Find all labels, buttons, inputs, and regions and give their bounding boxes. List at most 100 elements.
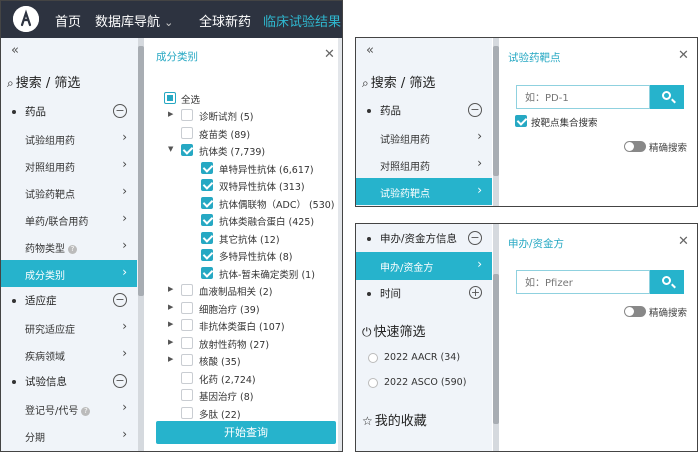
category-row[interactable]: ▼ 抗体类 (7,739) [165,142,335,159]
precise-search-toggle[interactable] [624,306,646,317]
caret-right-icon[interactable]: ▶ [168,110,173,118]
nav-clinical-results[interactable]: 临床试验结果 [263,11,341,30]
sidebar-scrollbar[interactable] [493,224,499,451]
category-row[interactable]: ▶ 放射性药物 (27) [165,335,335,352]
category-checkbox[interactable] [201,196,213,209]
quick-filter-item[interactable]: 2022 AACR (34) [368,350,488,367]
category-row[interactable]: 其它抗体 (12) [165,230,335,247]
category-checkbox[interactable] [181,284,193,296]
sidebar-item-mono-combo[interactable]: 单药/联合用药 › [1,206,137,233]
nav-global-new-drugs[interactable]: 全球新药 [199,11,251,30]
category-row[interactable]: 抗体类融合蛋白 (425) [165,212,335,229]
category-row[interactable]: 多肽 (22) [165,405,335,422]
category-checkbox[interactable] [181,371,193,384]
target-search-field[interactable] [516,85,650,110]
group-drug[interactable]: 药品 − [356,97,492,124]
category-row[interactable]: 单特异性抗体 (6,617) [165,160,335,177]
radio-button[interactable] [368,378,378,388]
group-time[interactable]: 时间 + [356,280,492,307]
close-icon[interactable]: ✕ [324,47,335,62]
category-checkbox[interactable] [181,319,193,331]
scrollbar-thumb[interactable] [493,46,499,176]
category-row[interactable]: ▶ 非抗体类蛋白 (107) [165,317,335,334]
caret-right-icon[interactable]: ▶ [168,320,173,328]
caret-right-icon[interactable]: ▶ [168,285,173,293]
collapse-circle-icon[interactable]: − [468,231,482,245]
category-checkbox[interactable] [201,249,213,261]
sidebar-item-trial-drug[interactable]: 试验组用药 › [1,125,137,152]
category-checkbox[interactable] [181,336,193,349]
scrollbar-thumb[interactable] [138,46,144,296]
panel-scrollbar[interactable] [338,38,342,451]
category-checkbox[interactable] [181,301,193,314]
app-logo-icon[interactable] [13,6,39,32]
search-button[interactable] [650,270,684,294]
sponsor-search-input[interactable] [517,272,649,295]
group-sponsor-info[interactable]: 申办/资金方信息 − [356,225,492,252]
caret-right-icon[interactable]: ▶ [168,303,173,311]
group-indication[interactable]: 适应症 − [1,287,137,314]
sidebar-item-disease-area[interactable]: 疾病领域 › [1,341,137,368]
close-icon[interactable]: ✕ [678,234,689,249]
sidebar-item-study-indication[interactable]: 研究适应症 › [1,314,137,341]
category-row[interactable]: 基因治疗 (8) [165,387,335,404]
group-trial-info[interactable]: 试验信息 − [1,368,137,395]
caret-right-icon[interactable]: ▶ [168,338,173,346]
category-checkbox[interactable] [201,161,213,174]
sidebar-item-component-category[interactable]: 成分类别 › [1,260,137,287]
help-icon[interactable]: ? [68,245,77,254]
sidebar-item-drug-target[interactable]: 试验药靶点 › [356,178,492,205]
category-row[interactable]: 抗体-暂未确定类别 (1) [165,265,335,282]
category-row[interactable]: ▶ 血液制品相关 (2) [165,282,335,299]
category-row[interactable]: 双特异性抗体 (313) [165,177,335,194]
caret-down-icon[interactable]: ▼ [168,145,173,153]
radio-button[interactable] [368,353,378,363]
category-checkbox[interactable] [201,231,213,244]
category-row[interactable]: 化药 (2,724) [165,370,335,387]
target-set-checkbox[interactable] [515,115,527,127]
category-row[interactable]: 疫苗类 (89) [165,125,335,142]
category-checkbox[interactable] [181,109,193,121]
sidebar-item-sponsor[interactable]: 申办/资金方 › [356,252,492,280]
sidebar-item-registration-no[interactable]: 登记号/代号? › [1,395,137,422]
category-checkbox[interactable] [181,406,193,419]
category-checkbox[interactable] [181,354,193,366]
category-checkbox[interactable] [201,214,213,226]
category-row[interactable]: ▶ 诊断试剂 (5) [165,107,335,124]
caret-right-icon[interactable]: ▶ [168,355,173,363]
collapse-icon[interactable]: « [366,43,374,58]
help-icon[interactable]: ? [81,407,91,416]
collapse-circle-icon[interactable]: − [468,103,482,117]
sidebar-item-control-drug[interactable]: 对照组用药 › [1,152,137,179]
collapse-circle-icon[interactable]: − [113,374,127,388]
category-checkbox[interactable] [181,126,193,139]
group-drug[interactable]: 药品 − [1,98,137,125]
category-row[interactable]: 多特异性抗体 (8) [165,247,335,264]
target-set-option[interactable]: 按靶点集合搜索 [515,113,675,130]
category-checkbox[interactable] [201,266,213,279]
sidebar-item-drug-type[interactable]: 药物类型? › [1,233,137,260]
search-button[interactable] [650,85,684,109]
precise-search-toggle[interactable] [624,141,646,152]
start-query-button[interactable]: 开始查询 [156,421,336,444]
collapse-circle-icon[interactable]: − [113,293,127,307]
close-icon[interactable]: ✕ [678,48,689,63]
category-row[interactable]: ▶ 细胞治疗 (39) [165,300,335,317]
category-checkbox[interactable] [181,144,193,156]
scrollbar-thumb[interactable] [493,274,499,424]
sidebar-item-trial-drug[interactable]: 试验组用药 › [356,124,492,151]
category-checkbox[interactable] [201,179,213,191]
nav-home[interactable]: 首页 [55,11,81,30]
sidebar-item-control-drug[interactable]: 对照组用药 › [356,151,492,178]
category-row[interactable]: 抗体偶联物（ADC） (530) [165,195,335,212]
sidebar-scrollbar[interactable] [493,38,499,206]
sidebar-item-drug-target[interactable]: 试验药靶点 › [1,179,137,206]
category-checkbox[interactable] [181,389,193,401]
sidebar-item-phase[interactable]: 分期 › [1,422,137,449]
sponsor-search-field[interactable] [516,270,650,295]
select-all-row[interactable]: 全选 [161,90,331,107]
category-row[interactable]: ▶ 核酸 (35) [165,352,335,369]
sidebar-scrollbar[interactable] [138,38,144,451]
collapse-circle-icon[interactable]: − [113,104,127,118]
target-search-input[interactable] [517,87,649,110]
